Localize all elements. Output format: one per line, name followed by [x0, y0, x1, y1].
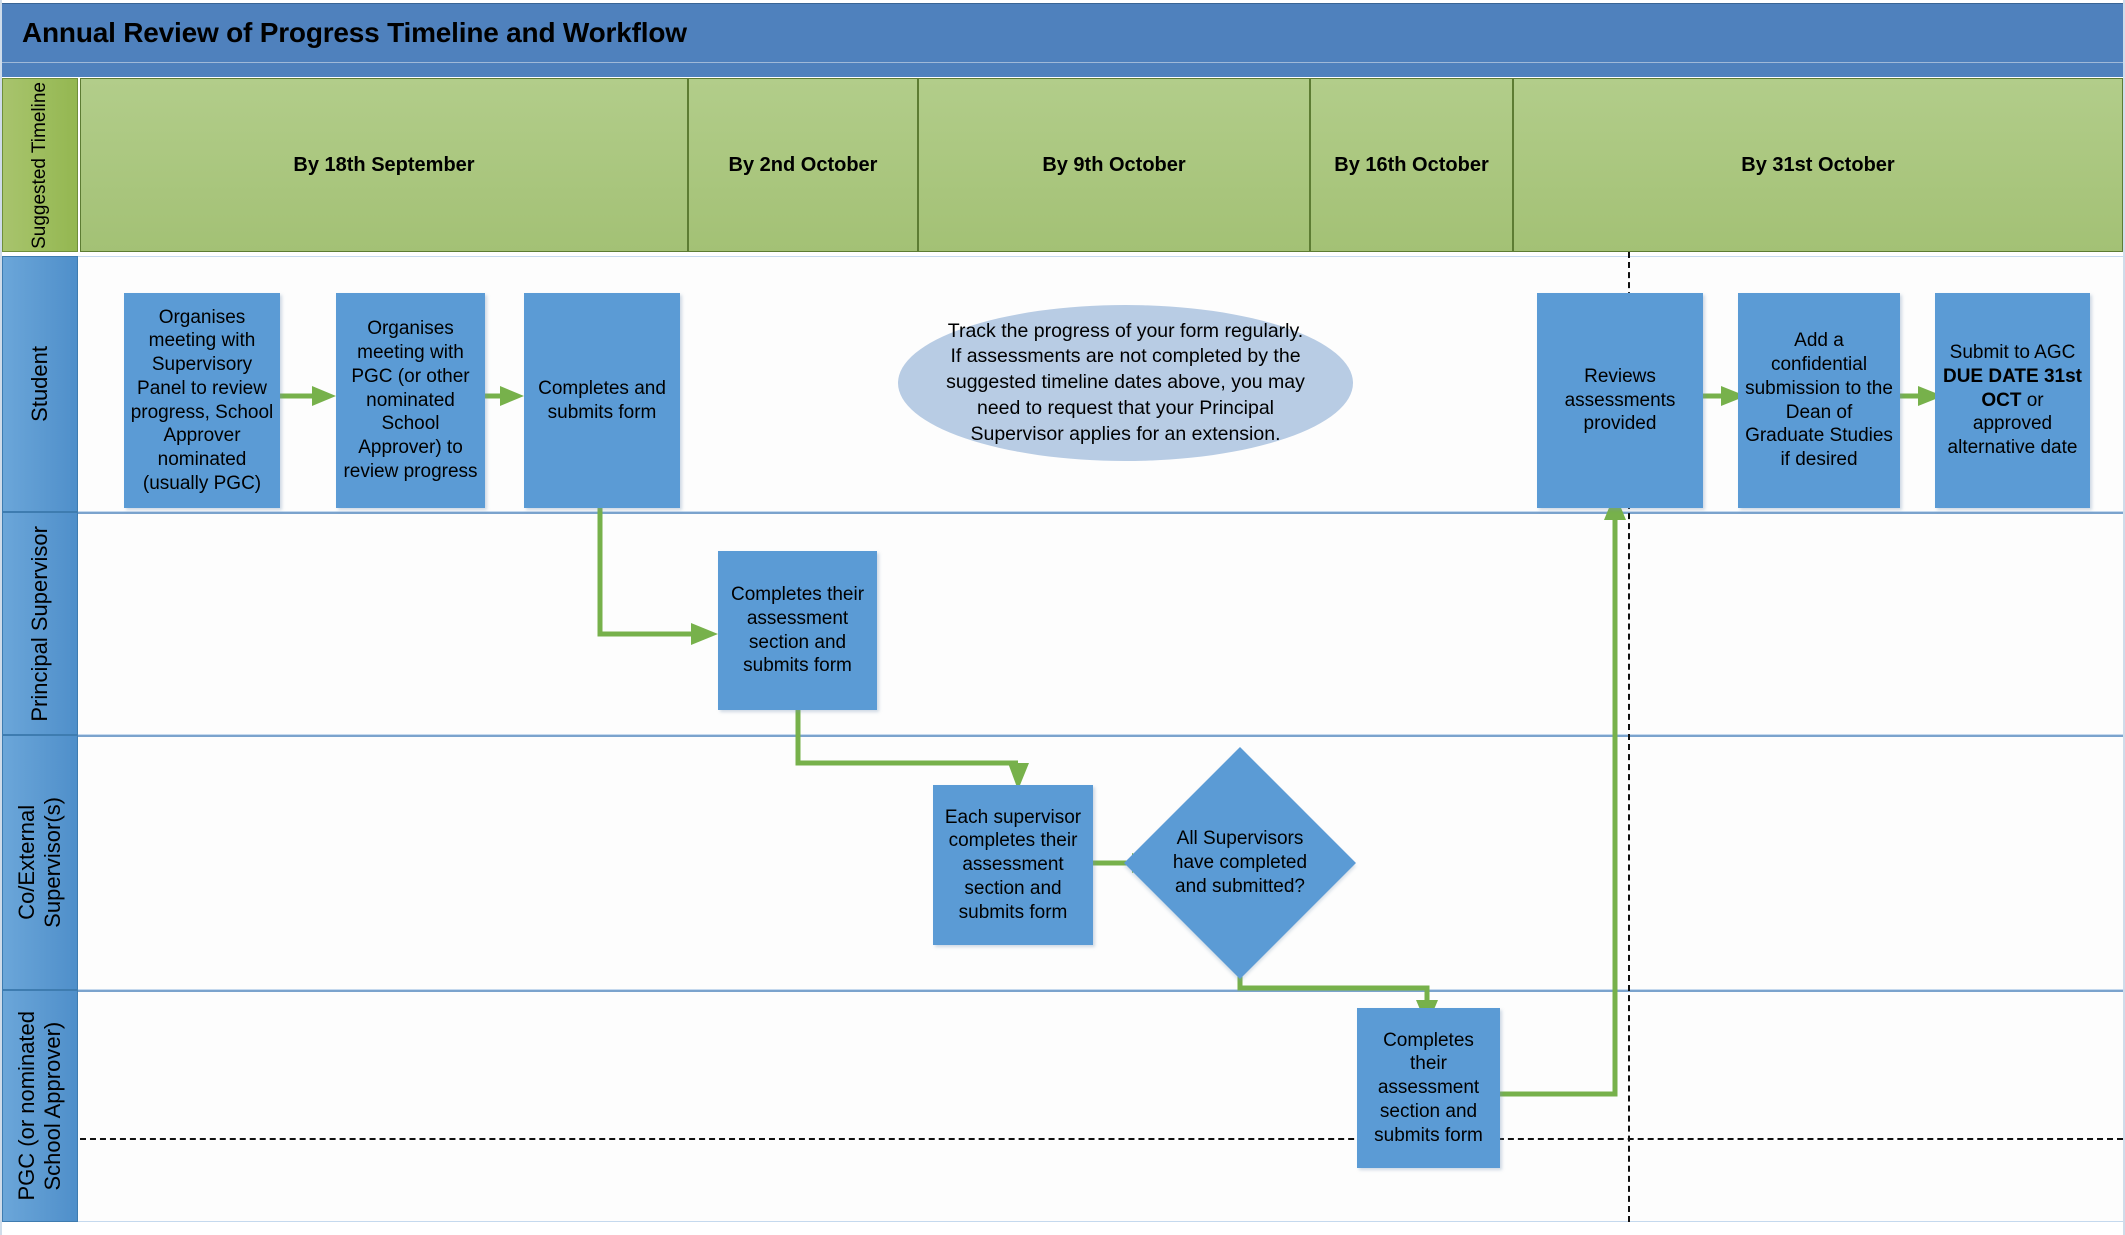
connector-student2-student3 [485, 386, 524, 406]
decision-diamond-label: All Supervisors have completed and submi… [1172, 828, 1308, 897]
box-pgc-completes-text: Completes their assessment section and s… [1374, 1029, 1483, 1146]
note-track-progress: Track the progress of your form regularl… [898, 305, 1353, 461]
submit-agc-prefix: Submit to AGC [1949, 342, 2076, 364]
box-student-organises-panel[interactable]: Organises meeting with Supervisory Panel… [124, 293, 280, 508]
box-student-submit-agc[interactable]: Submit to AGC DUE DATE 31st OCT or appro… [1935, 293, 2090, 508]
box-student-completes-submits-text: Completes and submits form [538, 377, 666, 423]
workflow-diagram: Annual Review of Progress Timeline and W… [0, 0, 2125, 1235]
box-principal-completes-text: Completes their assessment section and s… [730, 584, 865, 677]
box-coexternal-completes[interactable]: Each supervisor completes their assessme… [933, 785, 1093, 945]
box-student-confidential-submission[interactable]: Add a confidential submission to the Dea… [1738, 293, 1900, 508]
connector-student1-student2 [280, 386, 336, 406]
box-student-reviews-assessments[interactable]: Reviews assessments provided [1537, 293, 1703, 508]
box-student-organises-pgc[interactable]: Organises meeting with PGC (or other nom… [336, 293, 485, 508]
decision-all-supervisors[interactable]: All Supervisors have completed and submi… [1124, 747, 1356, 979]
box-coexternal-completes-text: Each supervisor completes their assessme… [944, 806, 1082, 923]
box-student-confidential-submission-text: Add a confidential submission to the Dea… [1745, 330, 1893, 470]
box-student-reviews-assessments-text: Reviews assessments provided [1564, 365, 1676, 435]
connector-layer [280, 386, 1943, 1097]
box-student-organises-pgc-text: Organises meeting with PGC (or other nom… [343, 318, 478, 482]
note-track-progress-text: Track the progress of your form regularl… [946, 319, 1305, 445]
box-student-completes-submits[interactable]: Completes and submits form [524, 293, 680, 508]
connector-student3-principal [597, 508, 718, 645]
box-student-organises-panel-text: Organises meeting with Supervisory Panel… [130, 306, 274, 494]
connector-pgc-student-reviews [1499, 493, 1626, 1097]
connector-principal-coexternal [795, 710, 1029, 790]
box-pgc-completes[interactable]: Completes their assessment section and s… [1357, 1008, 1500, 1168]
box-student-submit-agc-text: Submit to AGC DUE DATE 31st OCT or appro… [1941, 341, 2084, 460]
box-principal-completes[interactable]: Completes their assessment section and s… [718, 551, 877, 710]
submit-agc-due-date: DUE DATE 31st OCT [1942, 365, 2082, 411]
